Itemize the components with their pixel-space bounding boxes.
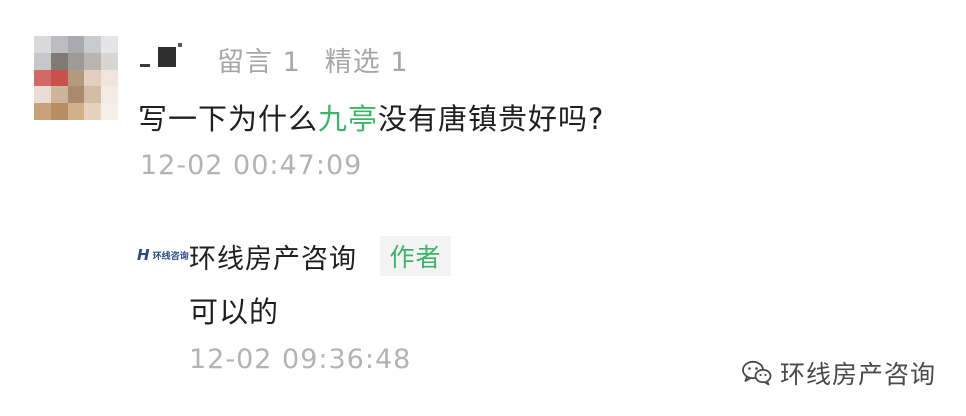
comment-author[interactable] <box>140 40 182 74</box>
comment-thread: 留言 1 精选 1 写一下为什么九亭没有唐镇贵好吗? 12-02 00:47:0… <box>0 0 966 416</box>
avatar[interactable] <box>34 36 118 120</box>
comment-text-after: 没有唐镇贵好吗? <box>378 102 605 136</box>
reply-timestamp: 12-02 09:36:48 <box>189 344 412 375</box>
watermark-text: 环线房产咨询 <box>779 360 936 389</box>
featured-count[interactable]: 精选 1 <box>325 40 409 79</box>
author-name-text <box>140 63 150 67</box>
comment-timestamp: 12-02 00:47:09 <box>140 150 363 181</box>
watermark: 环线房产咨询 <box>742 355 936 391</box>
reply-author[interactable]: 环线房产咨询 <box>189 237 357 276</box>
reply-text: 可以的 <box>189 295 280 329</box>
wechat-icon <box>742 360 772 386</box>
author-name-redacted <box>158 43 182 67</box>
comment-stats: 留言 1 精选 1 <box>217 40 409 78</box>
comment-text: 写一下为什么九亭没有唐镇贵好吗? <box>138 96 604 138</box>
comment-text-before: 写一下为什么 <box>138 102 319 136</box>
comment-highlight-link[interactable]: 九亭 <box>318 102 378 136</box>
logo-text: 环线咨询 <box>152 251 189 262</box>
comment-count[interactable]: 留言 1 <box>217 40 301 79</box>
logo-mark-icon: H <box>137 246 150 264</box>
author-badge: 作者 <box>380 236 451 276</box>
reply-avatar-logo[interactable]: H 环线咨询 <box>137 246 189 264</box>
